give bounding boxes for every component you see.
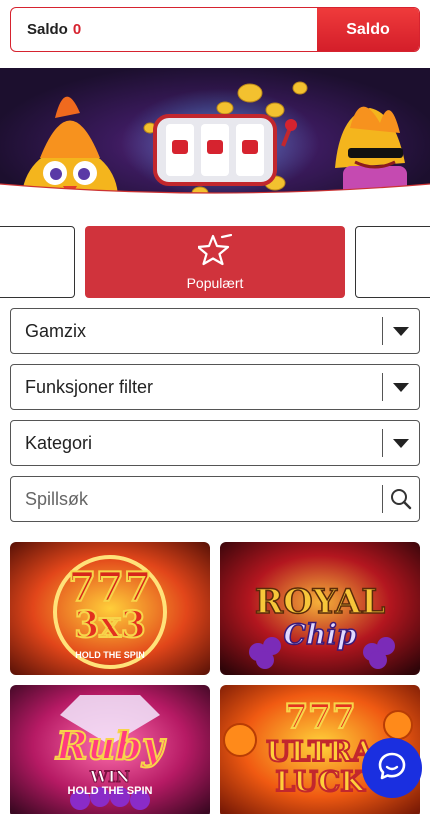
game-title-secondary: WIN	[89, 767, 131, 787]
provider-select[interactable]: Gamzix	[10, 308, 420, 354]
category-tile-next[interactable]	[355, 226, 430, 298]
game-search-field[interactable]: Spillsøk	[10, 476, 420, 522]
game-subtitle: HOLD THE SPIN	[75, 650, 145, 660]
category-select-value: Kategori	[25, 432, 93, 453]
live-chat-button[interactable]	[362, 738, 422, 798]
game-title: 777	[284, 696, 357, 738]
chat-bubble-icon	[377, 751, 407, 786]
balance-label-wrap: Saldo 0	[11, 8, 317, 51]
game-subtitle: HOLD THE SPIN	[67, 785, 153, 797]
search-icon[interactable]	[383, 488, 419, 510]
chevron-down-icon[interactable]	[383, 326, 419, 337]
promo-banner[interactable]	[0, 68, 430, 208]
game-title-secondary: 3x3	[73, 603, 147, 647]
chevron-down-icon[interactable]	[383, 438, 419, 449]
features-filter-value: Funksjoner filter	[25, 376, 154, 397]
game-title: Ruby	[55, 722, 165, 769]
game-tile-ruby-win[interactable]: Ruby WIN HOLD THE SPIN	[10, 685, 210, 814]
chevron-down-icon[interactable]	[383, 382, 419, 393]
category-select[interactable]: Kategori	[10, 420, 420, 466]
banner-curve	[0, 183, 430, 208]
category-tile-previous[interactable]	[0, 226, 75, 298]
game-title: ROYAL	[254, 581, 386, 623]
balance-value: 0	[72, 21, 82, 38]
features-filter-select[interactable]: Funksjoner filter	[10, 364, 420, 410]
game-title-secondary: Chip	[283, 617, 357, 652]
balance-bar: Saldo 0 Saldo	[10, 7, 420, 52]
category-label: Populært	[186, 274, 244, 291]
balance-button[interactable]: Saldo	[317, 8, 419, 51]
game-tile-777-3x3[interactable]: 777 3x3 HOLD THE SPIN	[10, 542, 210, 675]
balance-label: Saldo	[27, 21, 68, 38]
provider-select-value: Gamzix	[25, 320, 87, 341]
category-tile-popular[interactable]: Populært	[85, 226, 345, 298]
game-search-input[interactable]: Spillsøk	[11, 489, 382, 510]
star-icon	[196, 233, 233, 271]
game-tile-royal-chip[interactable]: ROYAL Chip	[220, 542, 420, 675]
